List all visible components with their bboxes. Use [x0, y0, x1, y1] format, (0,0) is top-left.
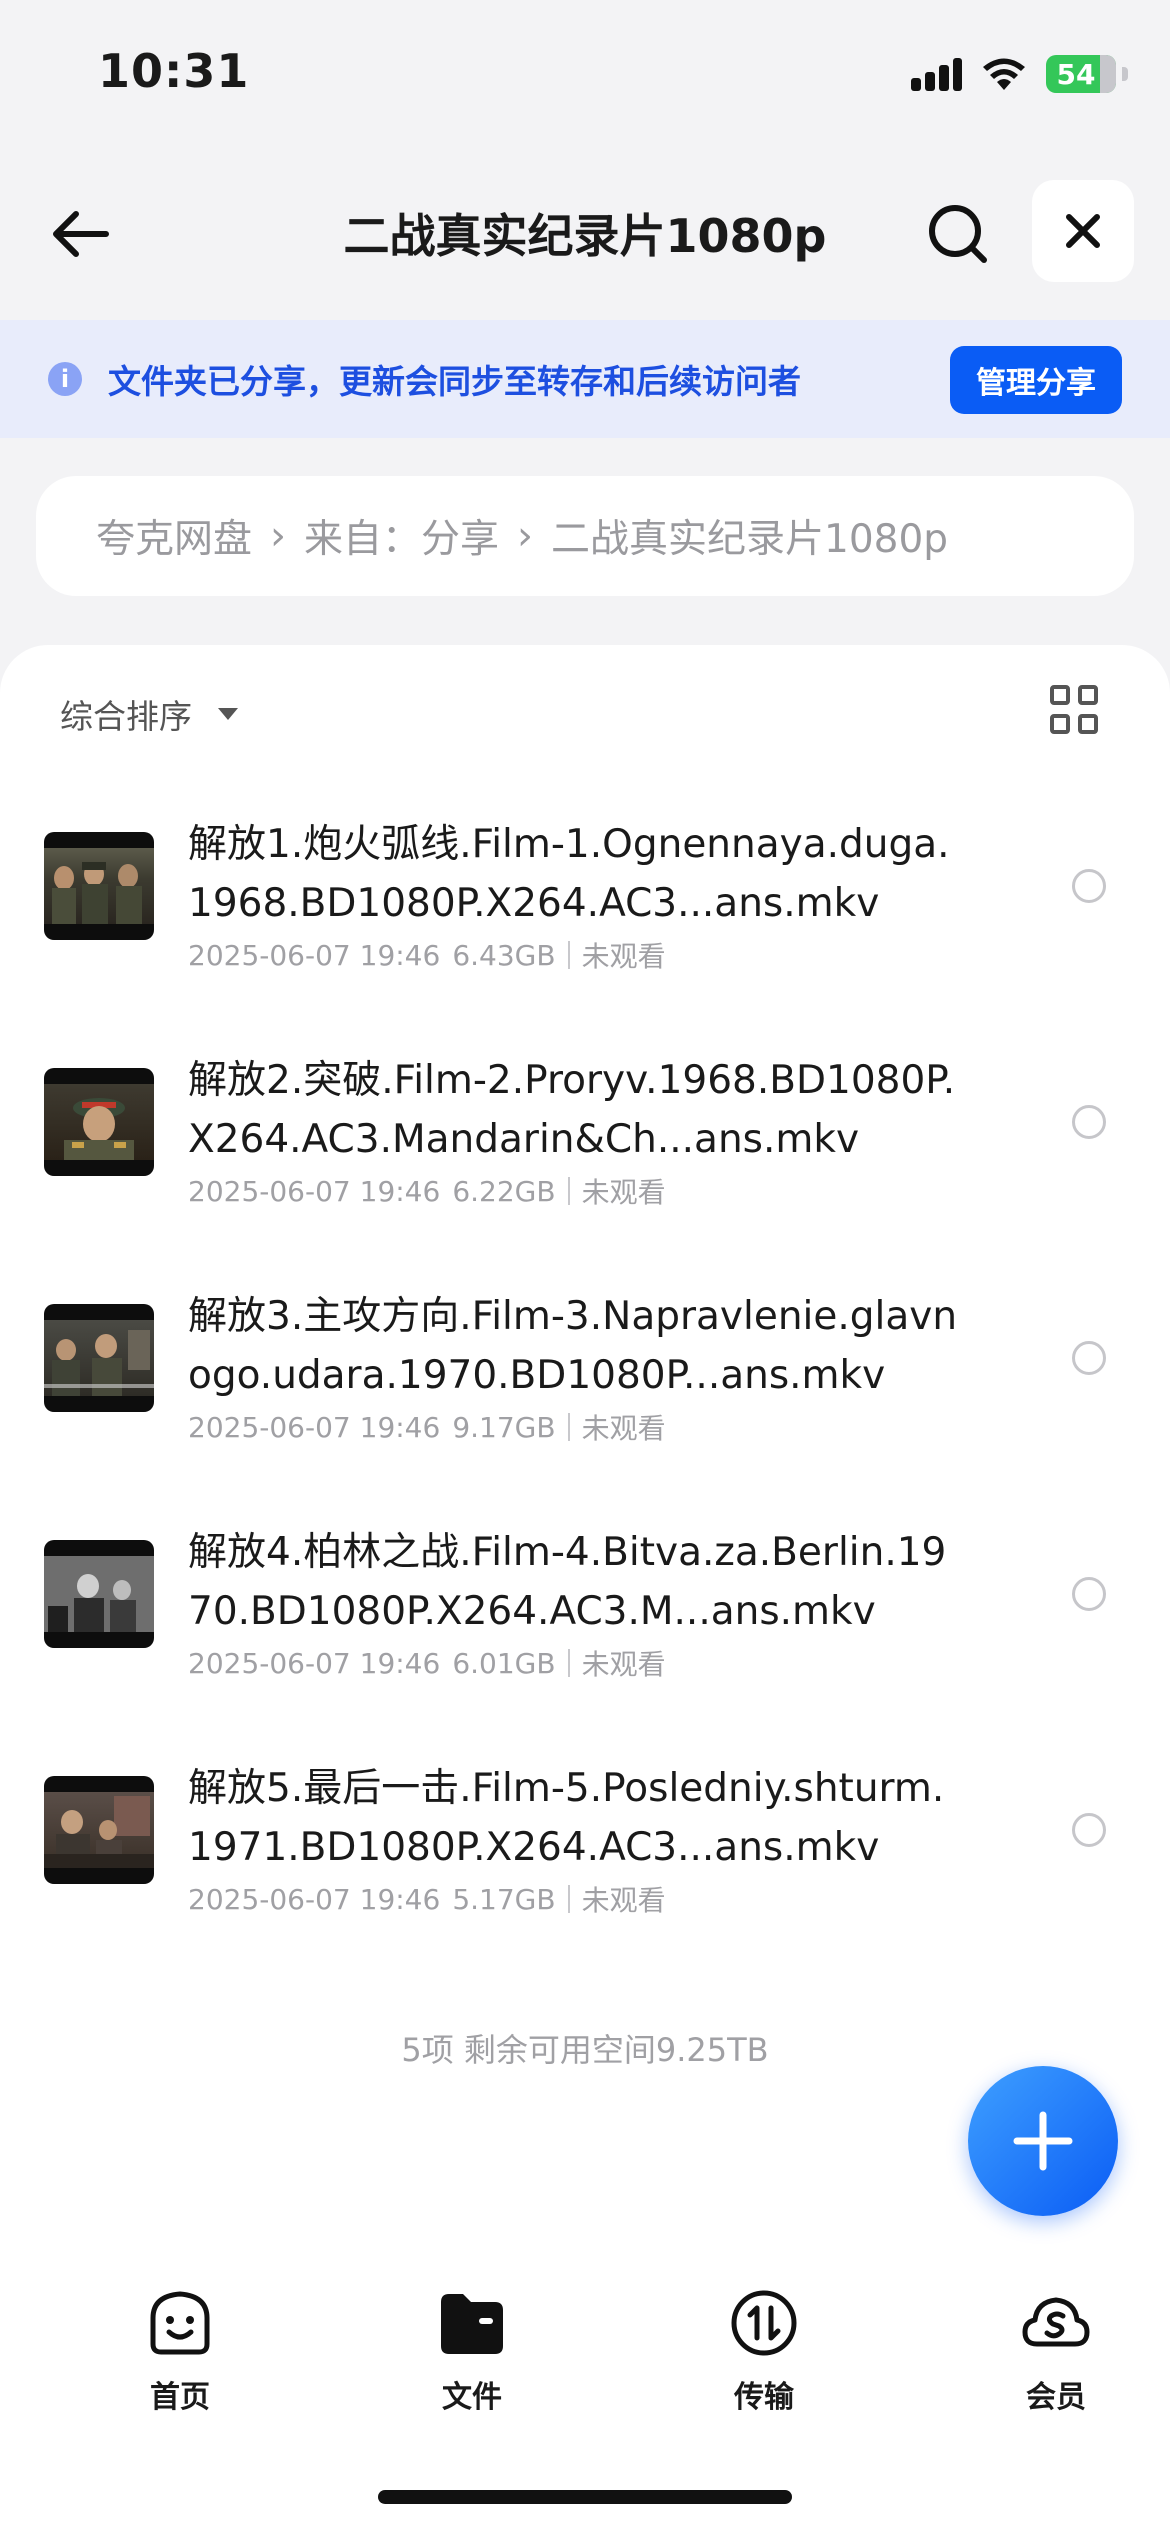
file-meta: 2025-06-07 19:46 6.22GB 未观看	[188, 1171, 666, 1211]
tab-vip[interactable]: 会员	[910, 2280, 1170, 2430]
file-list-item[interactable]: 解放3.主攻方向.Film-3.Napravlenie.glavnogo.uda…	[0, 1257, 1170, 1493]
file-list-item[interactable]: 解放5.最后一击.Film-5.Posledniy.shturm.1971.BD…	[0, 1729, 1170, 1965]
manage-share-button[interactable]: 管理分享	[950, 346, 1122, 414]
file-list-item[interactable]: 解放4.柏林之战.Film-4.Bitva.za.Berlin.1970.BD1…	[0, 1493, 1170, 1729]
file-date: 2025-06-07 19:46	[188, 1646, 441, 1680]
tab-label: 文件	[442, 2380, 502, 2415]
meta-divider	[567, 941, 570, 969]
select-checkbox[interactable]	[1072, 1813, 1106, 1847]
status-bar: 10:31 54	[0, 0, 1170, 150]
folder-icon	[441, 2294, 503, 2354]
file-date: 2025-06-07 19:46	[188, 1882, 441, 1916]
battery-level: 54	[1056, 57, 1096, 91]
watch-status: 未观看	[581, 1884, 666, 1917]
video-thumbnail	[44, 1776, 154, 1884]
video-thumbnail	[44, 832, 154, 940]
grid-view-button[interactable]	[1050, 685, 1100, 735]
watch-status: 未观看	[581, 1412, 666, 1445]
storage-summary: 5项 剩余可用空间9.25TB	[401, 2031, 769, 2069]
transfer-icon	[731, 2290, 797, 2356]
wifi-icon	[983, 58, 1025, 90]
tab-transfer[interactable]: 传输	[618, 2280, 910, 2430]
vip-cloud-icon	[1022, 2297, 1090, 2347]
file-size: 5.17GB	[452, 1882, 556, 1916]
arrow-left-icon	[53, 211, 109, 257]
file-list-panel: 综合排序 解放1.炮火弧线.Film-1.Ognennaya.duga.1968…	[0, 645, 1170, 2532]
video-thumbnail	[44, 1068, 154, 1176]
select-checkbox[interactable]	[1072, 1577, 1106, 1611]
cellular-signal-icon	[911, 58, 962, 91]
select-checkbox[interactable]	[1072, 869, 1106, 903]
file-name: 解放3.主攻方向.Film-3.Napravlenie.glavnogo.uda…	[188, 1294, 958, 1398]
file-size: 6.43GB	[452, 938, 556, 972]
breadcrumb-item-share[interactable]: 来自：分享	[304, 508, 499, 564]
file-size: 9.17GB	[452, 1410, 556, 1444]
tab-label: 首页	[150, 2380, 210, 2415]
file-name: 解放2.突破.Film-2.Proryv.1968.BD1080P.X264.A…	[188, 1058, 956, 1162]
home-indicator[interactable]	[378, 2490, 792, 2504]
meta-divider	[567, 1885, 570, 1913]
file-meta: 2025-06-07 19:46 9.17GB 未观看	[188, 1407, 666, 1447]
watch-status: 未观看	[581, 1648, 666, 1681]
file-list: 解放1.炮火弧线.Film-1.Ognennaya.duga.1968.BD10…	[0, 785, 1170, 1965]
select-checkbox[interactable]	[1072, 1341, 1106, 1375]
breadcrumb-item-root[interactable]: 夸克网盘	[96, 508, 252, 564]
sort-dropdown[interactable]: 综合排序	[60, 690, 238, 738]
file-date: 2025-06-07 19:46	[188, 1174, 441, 1208]
tab-label: 会员	[1026, 2380, 1086, 2415]
file-list-item[interactable]: 解放2.突破.Film-2.Proryv.1968.BD1080P.X264.A…	[0, 1021, 1170, 1257]
video-thumbnail	[44, 1304, 154, 1412]
chevron-right-icon: ›	[270, 513, 287, 559]
info-icon: i	[48, 362, 82, 396]
sort-label: 综合排序	[60, 697, 192, 736]
search-button[interactable]	[920, 196, 996, 272]
page-title: 二战真实纪录片1080p	[343, 209, 827, 263]
watch-status: 未观看	[581, 1176, 666, 1209]
file-meta: 2025-06-07 19:46 6.43GB 未观看	[188, 935, 666, 975]
meta-divider	[567, 1649, 570, 1677]
file-date: 2025-06-07 19:46	[188, 1410, 441, 1444]
breadcrumb: 夸克网盘 › 来自：分享 › 二战真实纪录片1080p	[36, 476, 1134, 596]
close-icon	[1066, 214, 1100, 248]
file-meta: 2025-06-07 19:46 6.01GB 未观看	[188, 1643, 666, 1683]
video-thumbnail	[44, 1540, 154, 1648]
tab-files[interactable]: 文件	[326, 2280, 618, 2430]
file-date: 2025-06-07 19:46	[188, 938, 441, 972]
home-smile-icon	[150, 2291, 210, 2355]
close-button[interactable]	[1032, 180, 1134, 282]
chevron-right-icon: ›	[517, 513, 534, 559]
breadcrumb-item-current: 二战真实纪录片1080p	[551, 517, 949, 562]
file-list-item[interactable]: 解放1.炮火弧线.Film-1.Ognennaya.duga.1968.BD10…	[0, 785, 1170, 1021]
file-size: 6.22GB	[452, 1174, 556, 1208]
select-checkbox[interactable]	[1072, 1105, 1106, 1139]
bottom-tab-bar: 首页 文件 传输 会员	[0, 2280, 1170, 2430]
share-notice-text: 文件夹已分享，更新会同步至转存和后续访问者	[108, 362, 801, 401]
file-meta: 2025-06-07 19:46 5.17GB 未观看	[188, 1879, 666, 1919]
status-icons: 54	[910, 52, 1128, 96]
status-time: 10:31	[98, 44, 250, 98]
share-notice-banner: i 文件夹已分享，更新会同步至转存和后续访问者 管理分享	[0, 320, 1170, 438]
grid-view-icon	[1050, 685, 1070, 705]
caret-down-icon	[218, 708, 238, 720]
watch-status: 未观看	[581, 940, 666, 973]
battery-indicator: 54	[1046, 55, 1128, 93]
meta-divider	[567, 1177, 570, 1205]
meta-divider	[567, 1413, 570, 1441]
file-size: 6.01GB	[452, 1646, 556, 1680]
header: 二战真实纪录片1080p	[0, 170, 1170, 290]
file-name: 解放4.柏林之战.Film-4.Bitva.za.Berlin.1970.BD1…	[188, 1530, 947, 1634]
search-icon	[929, 205, 987, 263]
file-name: 解放1.炮火弧线.Film-1.Ognennaya.duga.1968.BD10…	[188, 822, 950, 926]
tab-home[interactable]: 首页	[34, 2280, 326, 2430]
back-button[interactable]	[42, 196, 118, 272]
add-button[interactable]	[968, 2066, 1118, 2216]
tab-label: 传输	[734, 2380, 794, 2415]
plus-icon	[1013, 2111, 1073, 2171]
file-name: 解放5.最后一击.Film-5.Posledniy.shturm.1971.BD…	[188, 1766, 945, 1870]
